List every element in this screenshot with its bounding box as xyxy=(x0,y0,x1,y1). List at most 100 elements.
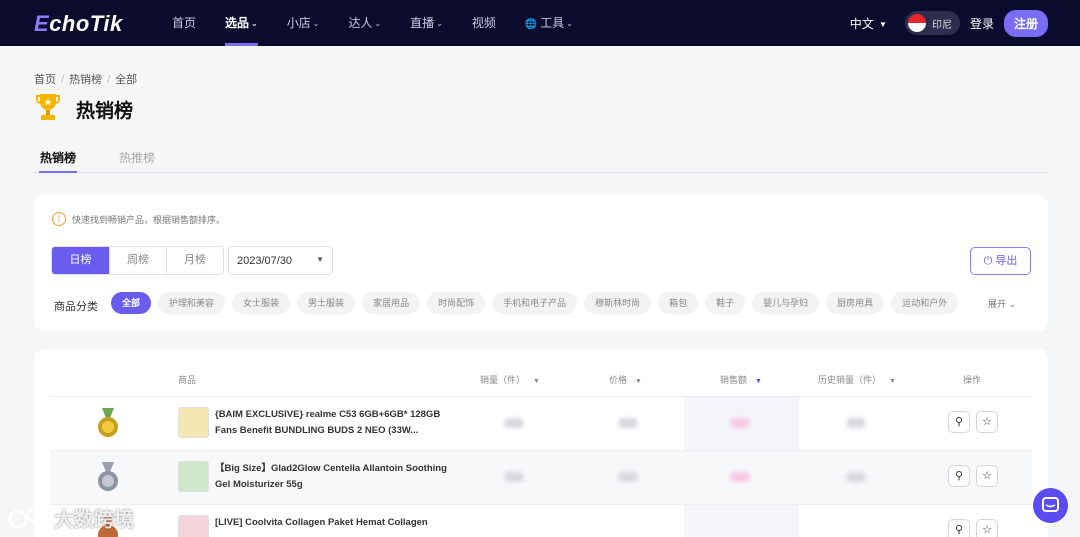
export-button[interactable]: ⏻ 导出 xyxy=(970,247,1031,275)
globe-icon: 🌐 xyxy=(524,19,541,30)
country-label: 印尼 xyxy=(931,19,952,31)
tab-hot-promo[interactable]: 热推榜 xyxy=(119,149,155,166)
main-nav: 首页 选品 ⌄ 小店 ⌄ 达人 ⌄ 直播 ⌄ 视频 🌐 工具 ⌄ xyxy=(160,0,590,46)
category-chip[interactable]: 婴儿与孕妇 xyxy=(752,292,820,314)
product-thumbnail[interactable] xyxy=(178,515,209,537)
info-icon: ! xyxy=(52,212,66,226)
nav-item-creator[interactable]: 达人 ⌄ xyxy=(336,0,393,46)
nav-item-tools[interactable]: 🌐 工具 ⌄ xyxy=(513,0,585,46)
sort-icon: ▼ xyxy=(755,378,762,385)
category-chip[interactable]: 女士服装 xyxy=(232,292,291,314)
export-label: 导出 xyxy=(995,255,1018,267)
ranking-table: 商品 销量（件） ▼ 价格 ▼ 销售额 ▼ 历史销量（件） ▼ 操作 {BAIM EXC… xyxy=(34,349,1048,537)
chevron-down-icon: ⌄ xyxy=(312,18,320,28)
top-navbar: EchoTik 首页 选品 ⌄ 小店 ⌄ 达人 ⌄ 直播 ⌄ 视频 🌐 工具 ⌄ 中文 ▼ 印尼 登录… xyxy=(0,0,1080,46)
tip: ! 快速找到畅销产品，根据销售额排序。 xyxy=(52,212,225,226)
category-label: 商品分类 xyxy=(54,301,98,313)
breadcrumb: 首页 / 热销榜 / 全部 xyxy=(34,74,138,86)
date-select[interactable]: 2023/07/30 ▼ xyxy=(228,246,333,275)
product-name[interactable]: [LIVE] Coolvita Collagen Paket Hemat Col… xyxy=(215,515,455,537)
nav-right: 中文 ▼ 印尼 登录 注册 xyxy=(850,0,1048,46)
chat-icon xyxy=(1042,497,1059,512)
watermark: 大数跨境 xyxy=(6,503,134,532)
blurred-value xyxy=(846,418,866,428)
period-switch: 日榜 周榜 月榜 xyxy=(51,246,224,275)
column-header-revenue[interactable]: 销售额 ▼ xyxy=(720,373,762,386)
echotik-logo[interactable]: EchoTik xyxy=(34,11,123,37)
chevron-down-icon: ⌄ xyxy=(374,18,382,28)
breadcrumb-hot-list[interactable]: 热销榜 xyxy=(69,74,102,86)
column-header-history-sales[interactable]: 历史销量（件） ▼ xyxy=(818,373,896,386)
chevron-down-icon: ⌄ xyxy=(566,18,573,28)
category-chip[interactable]: 厨房用具 xyxy=(826,292,885,314)
chevron-down-icon: ▼ xyxy=(316,255,324,264)
tab-hot-sales[interactable]: 热销榜 xyxy=(38,149,78,173)
nav-item-selection[interactable]: 选品 ⌄ xyxy=(213,0,270,46)
breadcrumb-home[interactable]: 首页 xyxy=(34,74,56,86)
product-name[interactable]: 【Big Size】Glad2Glow Centella Allantoin S… xyxy=(215,461,455,493)
trophy-icon xyxy=(36,94,60,120)
category-chip[interactable]: 箱包 xyxy=(658,292,699,314)
login-link[interactable]: 登录 xyxy=(970,15,994,32)
indonesia-flag-icon xyxy=(907,14,926,32)
category-chip[interactable]: 全部 xyxy=(111,292,152,314)
column-header-sales-volume[interactable]: 销量（件） ▼ xyxy=(480,373,540,386)
sort-icon: ▼ xyxy=(635,378,642,385)
breadcrumb-all: 全部 xyxy=(115,74,138,86)
search-icon[interactable]: ⚲ xyxy=(948,465,970,487)
period-monthly-button[interactable]: 月榜 xyxy=(166,247,223,274)
star-icon[interactable]: ☆ xyxy=(976,465,998,487)
nav-item-shop[interactable]: 小店 ⌄ xyxy=(275,0,332,46)
chevron-down-icon: ⌄ xyxy=(1008,299,1017,309)
star-icon[interactable]: ☆ xyxy=(976,519,998,537)
category-chip[interactable]: 鞋子 xyxy=(705,292,746,314)
category-chip[interactable]: 时尚配饰 xyxy=(427,292,486,314)
category-chip[interactable]: 男士服装 xyxy=(297,292,356,314)
blurred-value xyxy=(846,472,866,482)
product-thumbnail[interactable] xyxy=(178,407,209,438)
period-daily-button[interactable]: 日榜 xyxy=(52,247,109,274)
table-row[interactable]: {BAIM EXCLUSIVE} realme C53 6GB+6GB* 128… xyxy=(50,396,1032,450)
blurred-value xyxy=(730,472,750,482)
category-chip[interactable]: 护理和美容 xyxy=(158,292,226,314)
product-name[interactable]: {BAIM EXCLUSIVE} realme C53 6GB+6GB* 128… xyxy=(215,407,455,439)
column-header-product: 商品 xyxy=(178,375,197,385)
register-button[interactable]: 注册 xyxy=(1003,9,1048,37)
table-row[interactable]: [LIVE] Coolvita Collagen Paket Hemat Col… xyxy=(50,504,1032,537)
chevron-down-icon: ⌄ xyxy=(436,18,443,28)
category-chips: 全部 护理和美容 女士服装 男士服装 家居用品 时尚配饰 手机和电子产品 穆斯林时尚 箱包 鞋子婴… xyxy=(111,292,965,314)
nav-item-home[interactable]: 首页 xyxy=(160,0,208,46)
language-selector[interactable]: 中文 ▼ xyxy=(850,15,887,32)
tab-bar: 热销榜 热推榜 xyxy=(34,142,1048,173)
nav-item-live[interactable]: 直播 ⌄ xyxy=(398,0,455,46)
category-chip[interactable]: 穆斯林时尚 xyxy=(584,292,652,314)
column-header-actions: 操作 xyxy=(963,375,982,385)
category-chip[interactable]: 家居用品 xyxy=(362,292,421,314)
country-selector[interactable]: 印尼 xyxy=(904,11,960,35)
sort-icon: ▼ xyxy=(533,378,540,385)
search-icon[interactable]: ⚲ xyxy=(948,411,970,433)
power-icon: ⏻ xyxy=(983,255,993,267)
chevron-down-icon: ⌄ xyxy=(251,18,258,28)
product-thumbnail[interactable] xyxy=(178,461,209,492)
column-header-price[interactable]: 价格 ▼ xyxy=(609,373,642,386)
expand-button[interactable]: 展开 ⌄ xyxy=(988,297,1016,310)
sort-icon: ▼ xyxy=(889,378,896,385)
page-title: 热销榜 xyxy=(76,101,134,122)
tip-text: 快速找到畅销产品，根据销售额排序。 xyxy=(72,214,226,225)
star-icon[interactable]: ☆ xyxy=(976,411,998,433)
table-row[interactable]: 【Big Size】Glad2Glow Centella Allantoin S… xyxy=(50,450,1032,504)
blurred-value xyxy=(504,472,524,482)
search-icon[interactable]: ⚲ xyxy=(948,519,970,537)
gold-medal-icon xyxy=(98,408,118,437)
blurred-value xyxy=(504,418,524,428)
category-chip[interactable]: 手机和电子产品 xyxy=(492,292,578,314)
date-value: 2023/07/30 xyxy=(237,255,293,267)
blurred-value xyxy=(618,472,638,482)
period-weekly-button[interactable]: 周榜 xyxy=(109,247,166,274)
nav-item-video[interactable]: 视频 xyxy=(460,0,508,46)
chat-button[interactable] xyxy=(1033,488,1068,523)
category-chip[interactable]: 运动和户外 xyxy=(891,292,959,314)
blurred-value xyxy=(730,418,750,428)
filter-panel: ! 快速找到畅销产品，根据销售额排序。 日榜 周榜 月榜 2023/07/30 … xyxy=(34,195,1048,331)
